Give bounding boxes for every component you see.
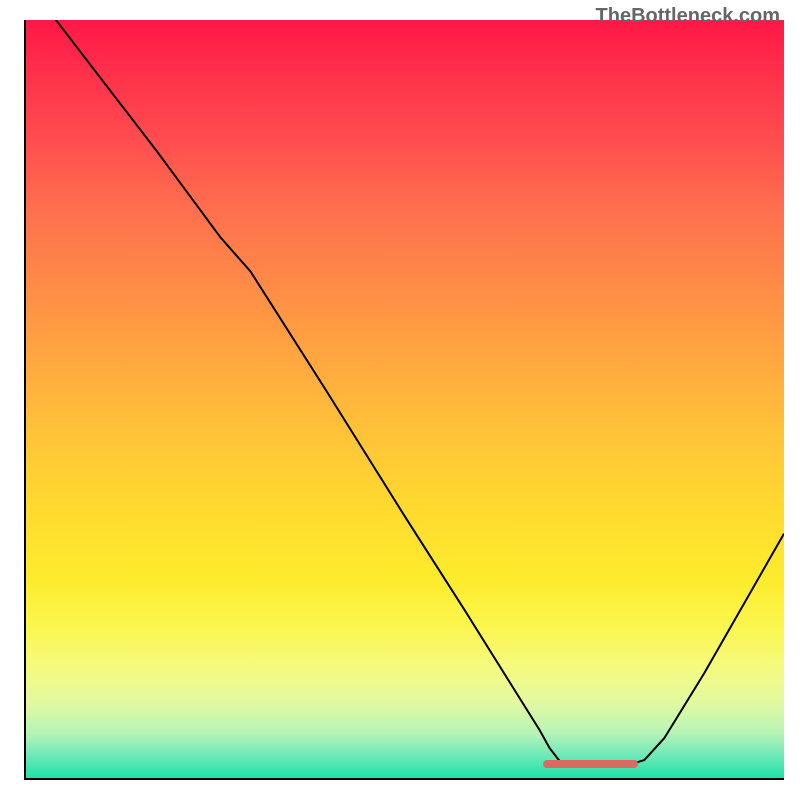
minimum-marker — [543, 760, 638, 768]
watermark-text: TheBottleneck.com — [596, 5, 780, 28]
bottleneck-curve — [56, 20, 784, 766]
plot-area — [24, 20, 784, 780]
curve-svg — [26, 20, 784, 778]
